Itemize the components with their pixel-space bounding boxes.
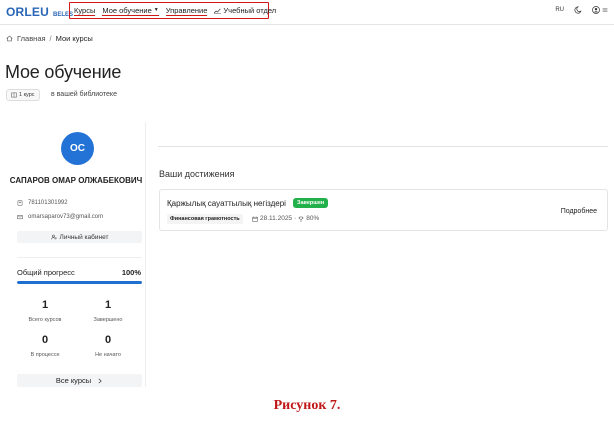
trophy-icon [298, 216, 304, 221]
nav-item-management[interactable]: Управление [165, 5, 208, 16]
menu-icon [602, 8, 608, 12]
stat-not-started-label: Не начато [95, 352, 121, 358]
avatar: ОС [61, 132, 94, 165]
overall-progress-value: 100% [121, 268, 141, 277]
nav-item-management-label: Управление [165, 5, 208, 15]
achievements-title: Ваши достижения [159, 169, 235, 179]
stat-not-started-value: 0 [104, 334, 112, 346]
home-icon[interactable] [6, 35, 13, 42]
calendar-icon [252, 216, 258, 222]
stat-total-courses-value: 1 [41, 299, 49, 311]
header-divider [0, 24, 614, 25]
all-courses-button[interactable]: Все курсы [17, 374, 142, 387]
line-chart-icon [214, 8, 222, 14]
nav-item-my-learning[interactable]: Мое обучение ▼ [102, 5, 159, 16]
figure-caption: Рисунок 7. [273, 398, 341, 413]
site-logo[interactable]: ORLEU BELES [6, 5, 73, 19]
stat-completed-label: Завершено [93, 317, 123, 323]
personal-cabinet-button[interactable]: Личный кабинет [17, 231, 142, 243]
nav-item-courses[interactable]: Курсы [74, 5, 96, 16]
stat-completed-value: 1 [104, 299, 112, 311]
stat-total-courses: 1 Всего курсов [15, 299, 75, 323]
content-divider [158, 146, 608, 147]
nav-item-my-learning-label: Мое обучение [102, 5, 152, 15]
courses-count-text: 1 курс [19, 92, 35, 98]
achievement-date: 28.11.2025 [260, 215, 293, 222]
overall-progress-label: Общий прогресс [17, 268, 75, 277]
stat-completed: 1 Завершено [78, 299, 138, 323]
nav-item-courses-label: Курсы [74, 5, 96, 15]
user-phone: 781101301992 [28, 200, 68, 206]
achievement-course-title[interactable]: Қаржылық сауаттылық негіздері [167, 199, 286, 208]
all-courses-label: Все курсы [55, 376, 92, 385]
achievement-score: 80% [306, 215, 320, 222]
breadcrumb-current: Мои курсы [55, 34, 93, 43]
personal-cabinet-label: Личный кабинет [59, 233, 109, 241]
moon-icon[interactable] [574, 6, 582, 14]
achievement-meta: 28.11.2025 · 80% [252, 215, 319, 222]
header-actions: RU [555, 6, 608, 14]
main-nav-highlight: Курсы Мое обучение ▼ Управление Учебный … [69, 2, 276, 19]
user-cog-icon [50, 234, 57, 240]
mail-icon [17, 215, 23, 220]
profile-divider [17, 257, 142, 258]
page-title: Мое обучение [5, 62, 122, 82]
nav-item-study-department[interactable]: Учебный отдел [214, 6, 276, 15]
overall-progress-fill [17, 281, 142, 284]
meta-separator: · [294, 215, 297, 222]
chevron-down-icon: ▼ [153, 6, 159, 13]
breadcrumb-home[interactable]: Главная [17, 34, 46, 43]
id-card-icon [17, 200, 23, 206]
chevron-right-icon [98, 378, 102, 383]
book-icon [11, 92, 17, 98]
stat-in-progress-value: 0 [41, 334, 49, 346]
stat-in-progress: 0 В процессе [15, 334, 75, 358]
category-tag: Финансовая грамотность [167, 214, 243, 224]
achievement-card: Қаржылық сауаттылық негіздері Завершен Ф… [159, 189, 608, 231]
stat-in-progress-label: В процессе [30, 352, 60, 358]
top-navbar: ORLEU BELES Курсы Мое обучение ▼ Управле… [0, 0, 614, 24]
language-switcher[interactable]: RU [555, 7, 564, 13]
status-badge: Завершен [293, 198, 329, 208]
overall-progress-bar [17, 281, 142, 284]
courses-count-chip: 1 курс [6, 89, 40, 101]
breadcrumb-separator: / [49, 34, 52, 43]
email-row: omarsaparov73@gmail.com [17, 214, 103, 220]
stat-total-courses-label: Всего курсов [28, 317, 62, 323]
details-link[interactable]: Подробнее [561, 208, 597, 215]
user-full-name: САПАРОВ ОМАР ОЛЖАБЕКОВИЧ [9, 176, 143, 185]
user-email: omarsaparov73@gmail.com [28, 214, 104, 220]
logo-main-text: ORLEU [6, 5, 49, 19]
user-icon [592, 6, 600, 14]
breadcrumb: Главная / Мои курсы [6, 34, 93, 43]
nav-item-study-department-label: Учебный отдел [223, 6, 277, 15]
profile-card: ОС САПАРОВ ОМАР ОЛЖАБЕКОВИЧ 781101301992… [6, 122, 146, 387]
phone-row: 781101301992 [17, 200, 68, 206]
stat-not-started: 0 Не начато [78, 334, 138, 358]
library-text: в вашей библиотеке [51, 91, 117, 98]
user-menu[interactable] [592, 6, 608, 14]
